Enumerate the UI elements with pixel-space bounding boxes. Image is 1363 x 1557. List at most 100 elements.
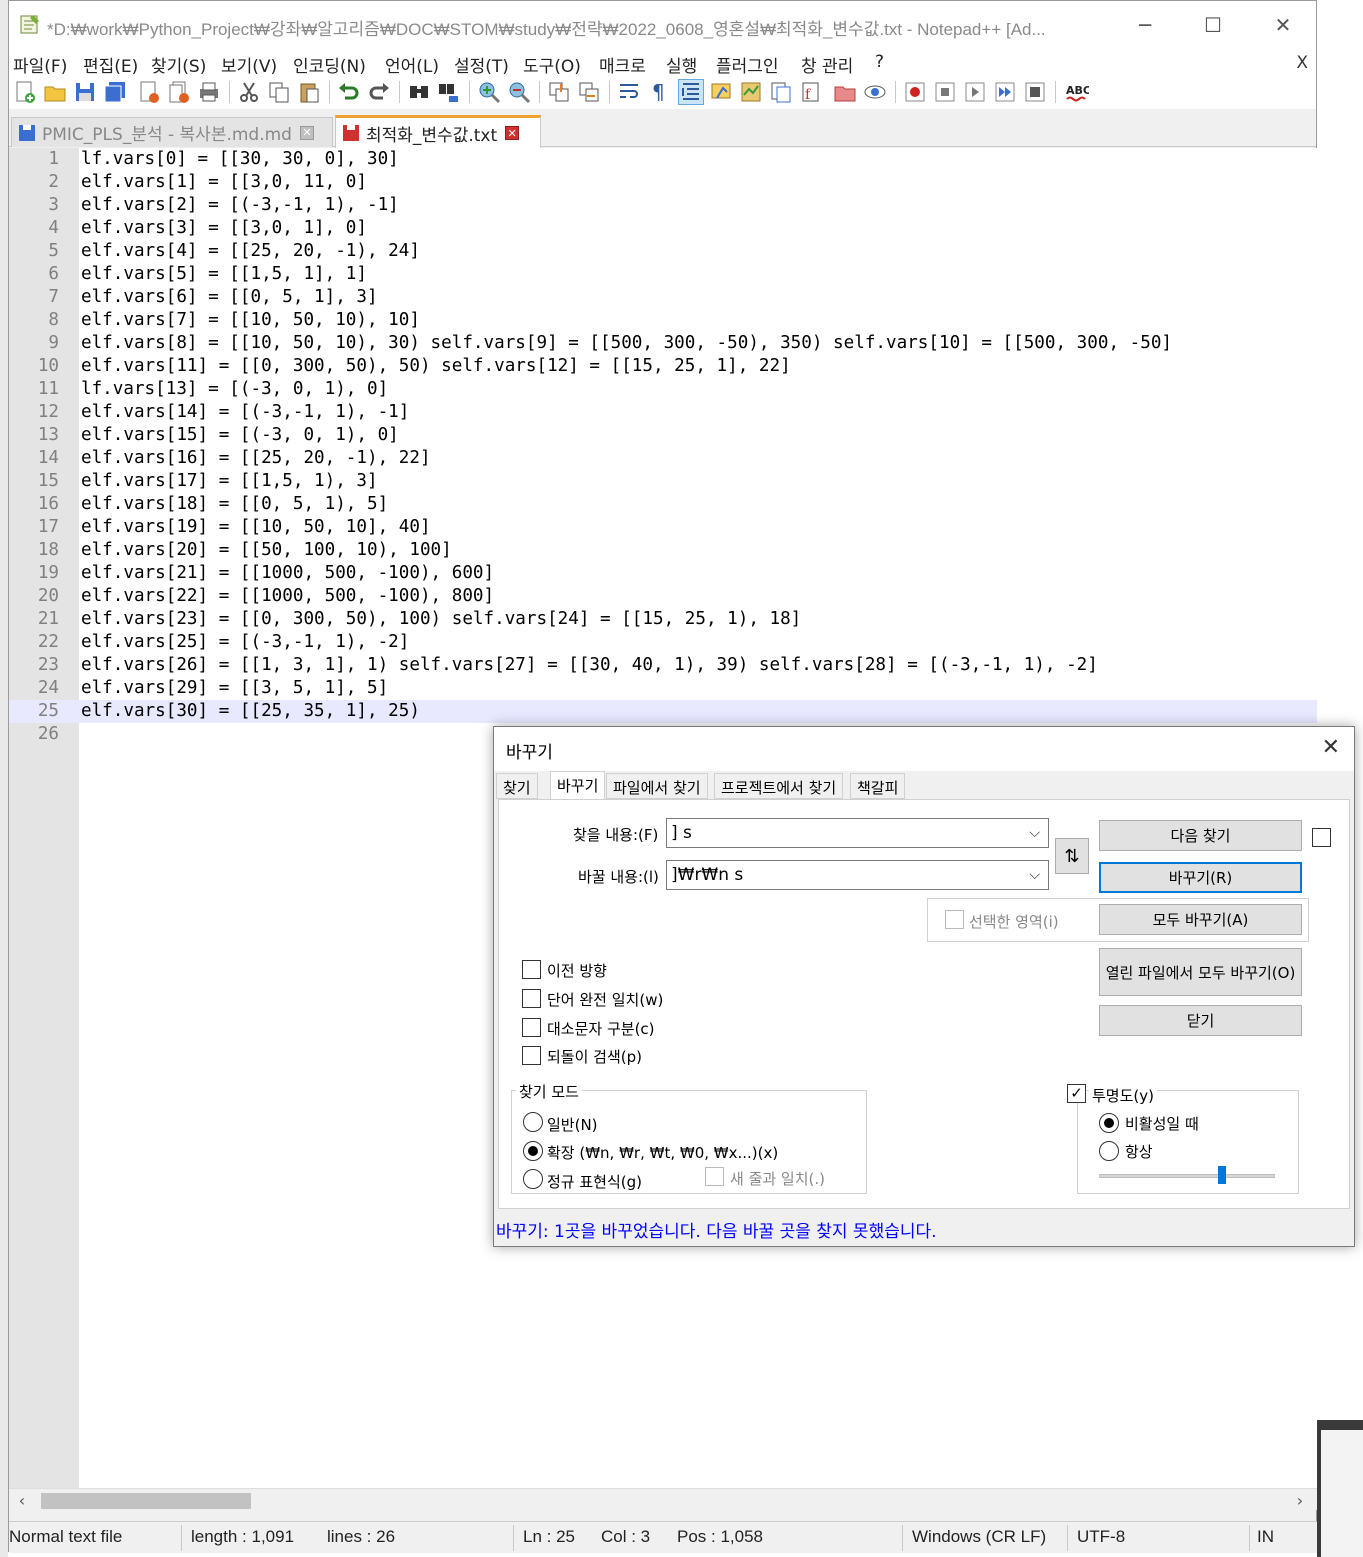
copy-icon[interactable] [267, 80, 291, 104]
menu-settings[interactable]: 설정(T) [454, 52, 509, 77]
maximize-button[interactable]: ☐ [1179, 1, 1247, 49]
menu-file[interactable]: 파일(F) [13, 52, 67, 77]
replace-combobox[interactable]: ]₩r₩n s ⌵ [666, 860, 1049, 890]
tab-pmic-pls[interactable]: PMIC_PLS_분석 - 복사본.md.md ✕ [11, 117, 333, 147]
show-all-chars-icon[interactable]: ¶ [647, 80, 671, 104]
doc-map-icon[interactable] [739, 80, 763, 104]
doc-list-icon[interactable] [769, 80, 793, 104]
line-text[interactable]: lf.vars[0] = [[30, 30, 0], 30] [81, 148, 399, 171]
menu-help[interactable]: ? [875, 52, 884, 72]
editor-line[interactable]: 6 elf.vars[5] = [[1,5, 1], 1] [9, 263, 1317, 286]
minimize-button[interactable]: ─ [1111, 1, 1179, 49]
editor-line[interactable]: 7 elf.vars[6] = [[0, 5, 1], 3] [9, 286, 1317, 309]
close-window-button[interactable]: ✕ [1249, 1, 1317, 49]
editor-line[interactable]: 24 elf.vars[29] = [[3, 5, 1], 5] [9, 677, 1317, 700]
user-language-icon[interactable] [709, 80, 733, 104]
line-text[interactable]: elf.vars[25] = [(-3,-1, 1), -2] [81, 631, 409, 654]
find-icon[interactable] [407, 80, 431, 104]
zoom-out-icon[interactable] [507, 80, 531, 104]
editor-line[interactable]: 1 lf.vars[0] = [[30, 30, 0], 30] [9, 148, 1317, 171]
menu-view[interactable]: 보기(V) [221, 52, 277, 77]
cut-icon[interactable] [237, 80, 261, 104]
line-text[interactable]: elf.vars[17] = [[1,5, 1), 3] [81, 470, 378, 493]
find-next-button[interactable]: 다음 찾기 [1099, 820, 1302, 851]
in-selection-checkbox[interactable] [945, 910, 964, 929]
scroll-right-icon[interactable]: › [1289, 1489, 1311, 1511]
editor-line[interactable]: 8 elf.vars[7] = [[10, 50, 10), 10] [9, 309, 1317, 332]
new-file-icon[interactable] [13, 80, 37, 104]
replace-button[interactable]: 바꾸기(R) [1099, 862, 1302, 893]
line-text[interactable]: elf.vars[29] = [[3, 5, 1], 5] [81, 677, 388, 700]
tab-find-in-projects[interactable]: 프로젝트에서 찾기 [714, 773, 844, 799]
tab-find[interactable]: 찾기 [496, 773, 538, 799]
menu-plugins[interactable]: 플러그인 [716, 52, 779, 77]
menu-tools[interactable]: 도구(O) [523, 52, 581, 77]
editor-line[interactable]: 16 elf.vars[18] = [[0, 5, 1), 5] [9, 493, 1317, 516]
menu-search[interactable]: 찾기(S) [151, 52, 206, 77]
indent-guide-icon[interactable] [678, 79, 704, 105]
line-text[interactable]: elf.vars[23] = [[0, 300, 50), 100) self.… [81, 608, 801, 631]
dialog-close-icon[interactable]: ✕ [1322, 735, 1340, 760]
word-wrap-icon[interactable] [617, 80, 641, 104]
replace-input-value[interactable]: ]₩r₩n s [671, 865, 743, 885]
editor-line[interactable]: 3 elf.vars[2] = [(-3,-1, 1), -1] [9, 194, 1317, 217]
open-file-icon[interactable] [43, 80, 67, 104]
transparency-slider-track[interactable] [1099, 1174, 1275, 1178]
editor-line[interactable]: 19 elf.vars[21] = [[1000, 500, -100), 600… [9, 562, 1317, 585]
editor-line[interactable]: 17 elf.vars[19] = [[10, 50, 10], 40] [9, 516, 1317, 539]
line-text[interactable]: elf.vars[19] = [[10, 50, 10], 40] [81, 516, 431, 539]
editor-line[interactable]: 22 elf.vars[25] = [(-3,-1, 1), -2] [9, 631, 1317, 654]
find-input-value[interactable]: ] s [671, 823, 692, 843]
editor-line[interactable]: 5 elf.vars[4] = [[25, 20, -1), 24] [9, 240, 1317, 263]
editor-line[interactable]: 21 elf.vars[23] = [[0, 300, 50), 100) sel… [9, 608, 1317, 631]
line-text[interactable]: elf.vars[1] = [[3,0, 11, 0] [81, 171, 367, 194]
chevron-down-icon[interactable]: ⌵ [1029, 867, 1040, 883]
swap-find-replace-button[interactable]: ⇅ [1055, 838, 1089, 874]
line-text[interactable]: elf.vars[11] = [[0, 300, 50), 50) self.v… [81, 355, 791, 378]
line-text[interactable]: elf.vars[7] = [[10, 50, 10), 10] [81, 309, 420, 332]
transparency-checkbox[interactable]: ✓ [1067, 1084, 1086, 1103]
chevron-down-icon[interactable]: ⌵ [1029, 825, 1040, 841]
tab-replace[interactable]: 바꾸기 [550, 771, 606, 800]
menu-close-doc-button[interactable]: X [1296, 53, 1308, 73]
menu-edit[interactable]: 편집(E) [83, 52, 138, 77]
transparency-always-radio[interactable] [1099, 1141, 1119, 1161]
editor-line[interactable]: 18 elf.vars[20] = [[50, 100, 10), 100] [9, 539, 1317, 562]
menu-macro[interactable]: 매크로 [599, 52, 646, 77]
line-text[interactable]: elf.vars[26] = [[1, 3, 1], 1) self.vars[… [81, 654, 1098, 677]
editor-line[interactable]: 9 elf.vars[8] = [[10, 50, 10), 30) self.v… [9, 332, 1317, 355]
editor-line[interactable]: 12 elf.vars[14] = [(-3,-1, 1), -1] [9, 401, 1317, 424]
line-text[interactable]: elf.vars[30] = [[25, 35, 1], 25) [81, 700, 420, 723]
tab-optimization-vars[interactable]: 최적화_변수값.txt ✕ [335, 115, 541, 148]
save-icon[interactable] [73, 80, 97, 104]
replace-all-in-open-docs-button[interactable]: 열린 파일에서 모두 바꾸기(O) [1099, 948, 1302, 996]
horizontal-scrollbar[interactable]: ‹ › [9, 1488, 1317, 1510]
scroll-thumb[interactable] [41, 1493, 251, 1509]
editor-line[interactable]: 23 elf.vars[26] = [[1, 3, 1], 1) self.var… [9, 654, 1317, 677]
wrap-around-checkbox[interactable] [522, 1046, 541, 1065]
replace-all-button[interactable]: 모두 바꾸기(A) [1099, 904, 1302, 935]
save-macro-icon[interactable] [1023, 80, 1047, 104]
line-text[interactable]: elf.vars[4] = [[25, 20, -1), 24] [81, 240, 420, 263]
menu-window[interactable]: 창 관리 [801, 52, 853, 77]
function-list-icon[interactable]: f [799, 80, 823, 104]
scroll-left-icon[interactable]: ‹ [11, 1489, 33, 1511]
menu-language[interactable]: 언어(L) [385, 52, 439, 77]
zoom-in-icon[interactable] [477, 80, 501, 104]
line-text[interactable]: elf.vars[2] = [(-3,-1, 1), -1] [81, 194, 399, 217]
tab-mark[interactable]: 책갈피 [850, 773, 906, 799]
line-text[interactable]: elf.vars[21] = [[1000, 500, -100), 600] [81, 562, 494, 585]
tab-close-icon[interactable]: ✕ [505, 126, 520, 140]
match-case-checkbox[interactable] [522, 1018, 541, 1037]
whole-word-checkbox[interactable] [522, 989, 541, 1008]
play-macro-icon[interactable] [963, 80, 987, 104]
line-text[interactable]: elf.vars[6] = [[0, 5, 1], 3] [81, 286, 378, 309]
editor-line[interactable]: 2 elf.vars[1] = [[3,0, 11, 0] [9, 171, 1317, 194]
find-next-toggle-checkbox[interactable] [1312, 828, 1331, 847]
menu-encoding[interactable]: 인코딩(N) [293, 52, 366, 77]
backward-checkbox[interactable] [522, 960, 541, 979]
menu-run[interactable]: 실행 [666, 52, 697, 77]
line-text[interactable]: lf.vars[13] = [(-3, 0, 1), 0] [81, 378, 388, 401]
line-text[interactable]: elf.vars[16] = [[25, 20, -1), 22] [81, 447, 431, 470]
run-macro-multiple-icon[interactable] [993, 80, 1017, 104]
